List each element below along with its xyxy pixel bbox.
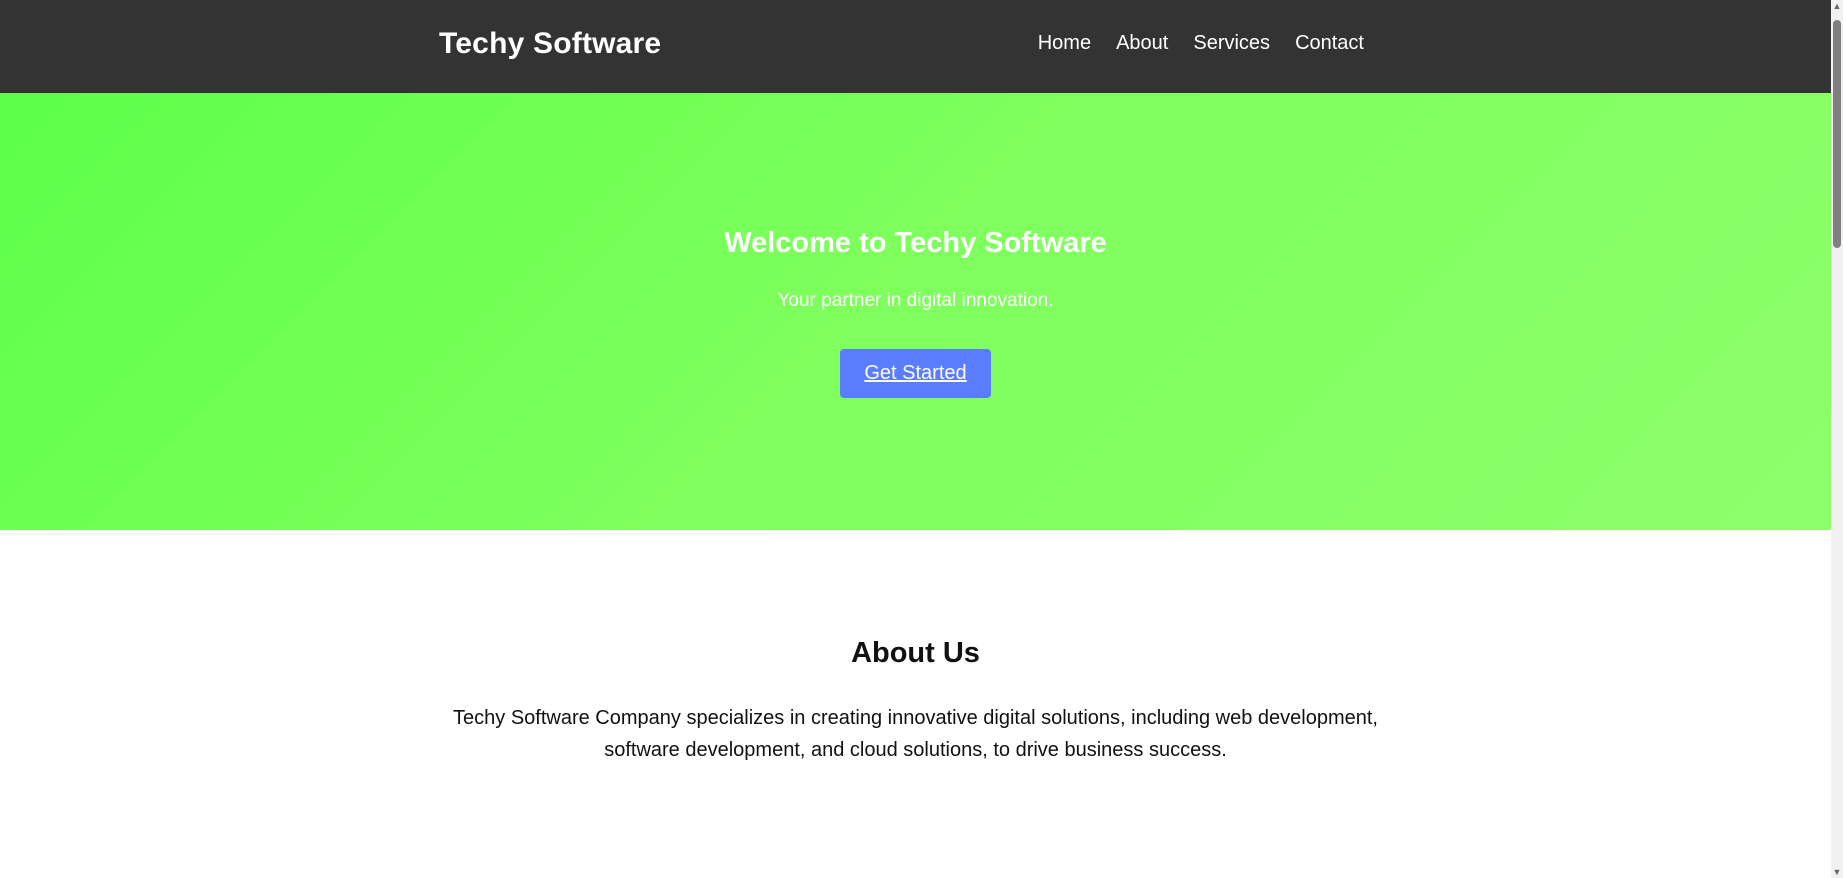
- scroll-down-icon[interactable]: ▼: [1831, 866, 1843, 878]
- vertical-scrollbar[interactable]: ▲ ▼: [1831, 0, 1843, 878]
- hero-subtitle: Your partner in digital innovation.: [777, 290, 1054, 311]
- about-title: About Us: [851, 637, 980, 669]
- about-text: Techy Software Company specializes in cr…: [453, 706, 1378, 761]
- nav-contact-link[interactable]: Contact: [1295, 32, 1364, 55]
- nav-services-link[interactable]: Services: [1193, 32, 1270, 55]
- brand-logo[interactable]: Techy Software: [439, 27, 661, 61]
- primary-nav: Home About Services Contact: [1038, 32, 1364, 55]
- header-inner: Techy Software Home About Services Conta…: [439, 0, 1364, 93]
- hero-section: Welcome to Techy Software Your partner i…: [0, 93, 1831, 530]
- get-started-button[interactable]: Get Started: [840, 348, 991, 398]
- nav-about-link[interactable]: About: [1116, 32, 1168, 55]
- nav-home-link[interactable]: Home: [1038, 32, 1091, 55]
- scroll-up-icon[interactable]: ▲: [1831, 0, 1843, 12]
- scroll-thumb[interactable]: [1833, 20, 1841, 248]
- about-section: About Us Techy Software Company speciali…: [0, 530, 1831, 878]
- site-header: Techy Software Home About Services Conta…: [0, 0, 1831, 93]
- page: Techy Software Home About Services Conta…: [0, 0, 1831, 878]
- hero-title: Welcome to Techy Software: [724, 227, 1107, 260]
